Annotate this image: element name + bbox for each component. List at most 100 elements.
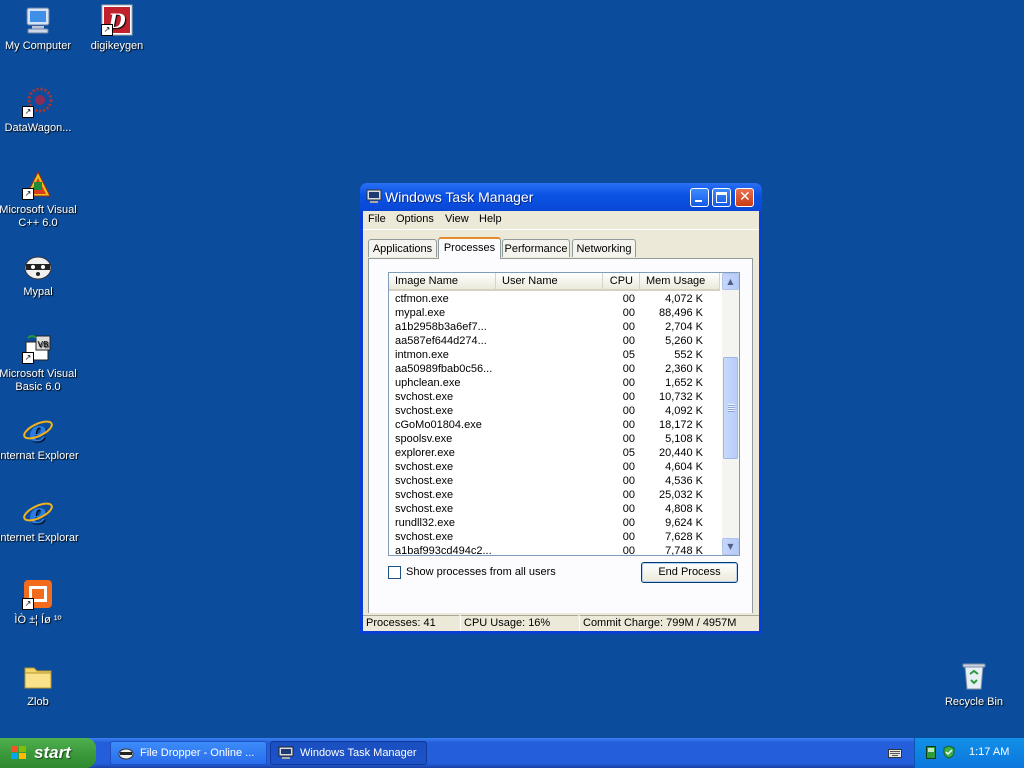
security-shield-icon[interactable] xyxy=(942,745,956,759)
list-header: Image Name User Name CPU Mem Usage xyxy=(389,273,720,291)
process-rows: ctfmon.exe 00 4,072 Kmypal.exe 00 88,496 Ka1… xyxy=(389,292,720,556)
show-all-users-label[interactable]: Show processes from all users xyxy=(406,566,556,578)
svg-text:e: e xyxy=(29,497,47,528)
desktop-icon-datawagon[interactable]: ↗ DataWagon... xyxy=(0,86,83,135)
desktop-icon-digikeygen[interactable]: D ↗ digikeygen xyxy=(72,4,162,53)
table-row[interactable]: explorer.exe 05 20,440 K xyxy=(389,446,720,460)
desktop-icon-recycle-bin[interactable]: Recycle Bin xyxy=(929,660,1019,709)
cell-mem-usage: 4,092 K xyxy=(665,405,703,417)
scroll-thumb[interactable] xyxy=(723,357,738,459)
desktop-icon-label: Microsoft Visual Basic 6.0 xyxy=(0,368,77,393)
tab-strip: Applications Processes Performance Netwo… xyxy=(368,237,758,259)
end-process-button[interactable]: End Process xyxy=(641,562,738,583)
chevron-up-icon: ▲ xyxy=(727,277,734,286)
maximize-button[interactable] xyxy=(712,188,731,207)
desktop-icon-label: Microsoft Visual C++ 6.0 xyxy=(0,204,77,229)
cell-image-name: rundll32.exe xyxy=(395,517,455,529)
desktop-icon-my-computer[interactable]: My Computer xyxy=(0,4,83,53)
cell-cpu: 00 xyxy=(622,307,635,319)
cell-mem-usage: 25,032 K xyxy=(658,489,703,501)
table-row[interactable]: svchost.exe 00 4,604 K xyxy=(389,460,720,474)
column-header-user-name[interactable]: User Name xyxy=(496,273,603,291)
table-row[interactable]: svchost.exe 00 7,628 K xyxy=(389,530,720,544)
minimize-button[interactable] xyxy=(690,188,709,207)
desktop-icon-visual-basic[interactable]: VB ↗ Microsoft Visual Basic 6.0 xyxy=(0,332,83,394)
shortcut-arrow-icon: ↗ xyxy=(101,24,113,36)
table-row[interactable]: intmon.exe 05 552 K xyxy=(389,348,720,362)
cell-cpu: 00 xyxy=(622,503,635,515)
show-all-users-checkbox[interactable] xyxy=(388,566,401,579)
cell-cpu: 00 xyxy=(622,405,635,417)
desktop-icon-internat-explorer[interactable]: e Internat Explorer xyxy=(0,414,83,463)
datawagon-icon: ↗ xyxy=(22,86,54,118)
table-row[interactable]: ctfmon.exe 00 4,072 K xyxy=(389,292,720,306)
menu-options[interactable]: Options xyxy=(396,213,434,225)
tab-processes[interactable]: Processes xyxy=(438,237,501,259)
vertical-scrollbar[interactable]: ▲ ▼ xyxy=(722,273,739,555)
table-row[interactable]: svchost.exe 00 4,808 K xyxy=(389,502,720,516)
table-row[interactable]: cGoMo01804.exe 00 18,172 K xyxy=(389,418,720,432)
column-header-cpu[interactable]: CPU xyxy=(603,273,640,291)
table-row[interactable]: a1baf993cd494c2... 00 7,748 K xyxy=(389,544,720,556)
start-label: start xyxy=(34,743,71,762)
cell-mem-usage: 7,748 K xyxy=(665,545,703,556)
shopping-app-icon: ↗ xyxy=(22,578,54,610)
table-row[interactable]: a1b2958b3a6ef7... 00 2,704 K xyxy=(389,320,720,334)
table-row[interactable]: uphclean.exe 00 1,652 K xyxy=(389,376,720,390)
cell-mem-usage: 9,624 K xyxy=(665,517,703,529)
tab-networking[interactable]: Networking xyxy=(572,239,636,257)
close-button[interactable]: ✕ xyxy=(735,188,754,207)
table-row[interactable]: svchost.exe 00 25,032 K xyxy=(389,488,720,502)
table-row[interactable]: svchost.exe 00 10,732 K xyxy=(389,390,720,404)
desktop-icon-mypal[interactable]: Mypal xyxy=(0,250,83,299)
windows-flag-icon xyxy=(10,745,28,761)
cell-mem-usage: 2,704 K xyxy=(665,321,703,333)
cell-mem-usage: 7,628 K xyxy=(665,531,703,543)
column-header-image-name[interactable]: Image Name xyxy=(389,273,496,291)
desktop-icon-label: Internet Explorar xyxy=(0,532,79,544)
window-titlebar[interactable]: Windows Task Manager ✕ xyxy=(360,183,762,211)
table-row[interactable]: aa50989fbab0c56... 00 2,360 K xyxy=(389,362,720,376)
menu-help[interactable]: Help xyxy=(479,213,502,225)
cell-image-name: uphclean.exe xyxy=(395,377,461,389)
window-title: Windows Task Manager xyxy=(385,189,534,205)
grip-icon xyxy=(728,404,735,412)
cell-mem-usage: 4,808 K xyxy=(665,503,703,515)
chevron-down-icon: ▼ xyxy=(727,542,734,551)
recycle-bin-icon xyxy=(958,660,990,692)
cell-image-name: explorer.exe xyxy=(395,447,455,459)
desktop-icon-label: DataWagon... xyxy=(4,122,72,134)
menu-view[interactable]: View xyxy=(445,213,469,225)
system-tray: 1:17 AM xyxy=(914,738,1024,768)
process-list[interactable]: Image Name User Name CPU Mem Usage ctfmo… xyxy=(388,272,740,556)
menu-file[interactable]: File xyxy=(368,213,386,225)
scroll-down-button[interactable]: ▼ xyxy=(722,538,739,555)
table-row[interactable]: rundll32.exe 00 9,624 K xyxy=(389,516,720,530)
table-row[interactable]: spoolsv.exe 00 5,108 K xyxy=(389,432,720,446)
table-row[interactable]: aa587ef644d274... 00 5,260 K xyxy=(389,334,720,348)
desktop-icon-zlob[interactable]: Zlob xyxy=(0,660,83,709)
tab-performance[interactable]: Performance xyxy=(502,239,570,257)
cell-image-name: svchost.exe xyxy=(395,489,454,501)
cell-image-name: a1baf993cd494c2... xyxy=(395,545,492,556)
desktop-icon-taobao[interactable]: ↗ ÌÒ ±¦ Íø ¹º xyxy=(0,578,83,627)
start-button[interactable]: start xyxy=(0,738,96,768)
desktop-icon-label: Zlob xyxy=(27,696,49,708)
desktop-icon-visual-cpp[interactable]: ↗ Microsoft Visual C++ 6.0 xyxy=(0,168,83,230)
desktop-icon-internet-explorar[interactable]: e Internet Explorar xyxy=(0,496,83,545)
tab-applications[interactable]: Applications xyxy=(368,239,437,257)
table-row[interactable]: svchost.exe 00 4,092 K xyxy=(389,404,720,418)
taskbar-button-file-dropper[interactable]: File Dropper - Online ... xyxy=(110,741,267,765)
network-icon[interactable] xyxy=(926,746,936,759)
column-header-mem-usage[interactable]: Mem Usage xyxy=(640,273,720,291)
table-row[interactable]: svchost.exe 00 4,536 K xyxy=(389,474,720,488)
table-row[interactable]: mypal.exe 00 88,496 K xyxy=(389,306,720,320)
menu-bar: File Options View Help xyxy=(363,211,759,230)
taskbar-button-task-manager[interactable]: Windows Task Manager xyxy=(270,741,427,765)
keyboard-icon[interactable] xyxy=(888,747,902,759)
desktop-icon-label: Internat Explorer xyxy=(0,450,79,462)
task-manager-window[interactable]: Windows Task Manager ✕ File Options View… xyxy=(360,183,762,634)
maximize-icon xyxy=(716,192,727,203)
clock: 1:17 AM xyxy=(969,746,1010,758)
scroll-up-button[interactable]: ▲ xyxy=(722,273,739,290)
